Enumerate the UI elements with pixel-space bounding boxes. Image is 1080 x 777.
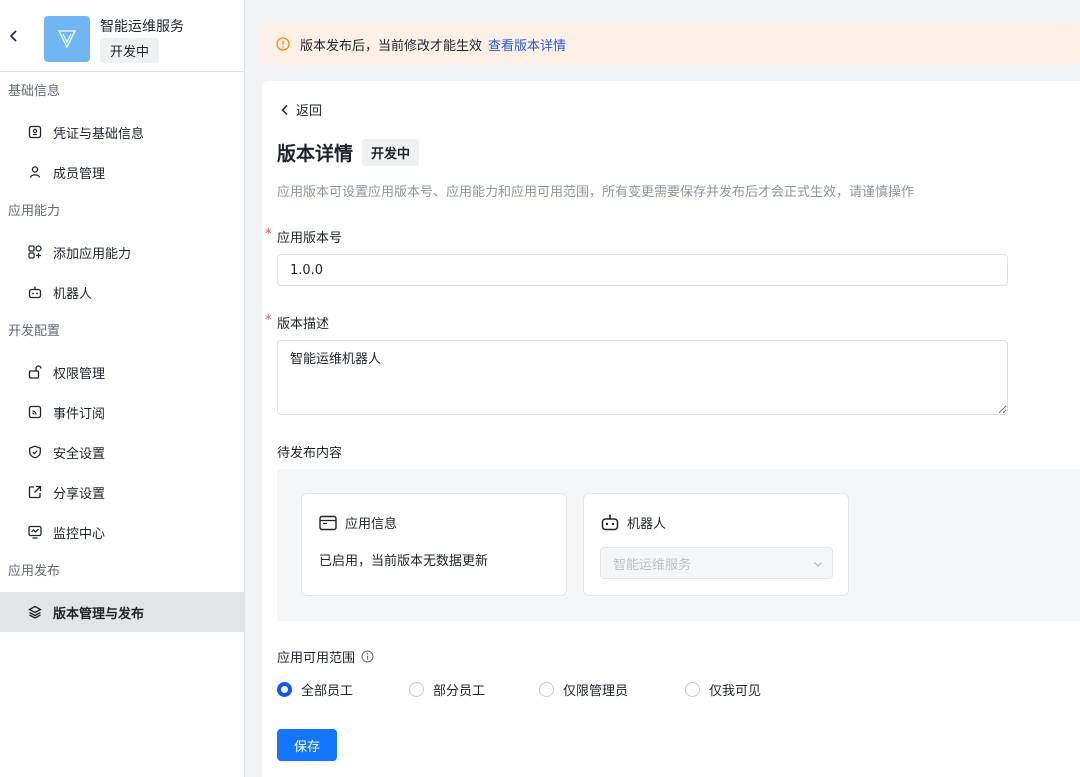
view-version-link[interactable]: 查看版本详情 — [488, 35, 566, 54]
robot-title: 机器人 — [601, 513, 666, 532]
sidebar: 智能运维服务 开发中 基础信息 凭证与基础信息 成员管理 应用能力 添加应用能力… — [0, 0, 245, 777]
chevron-down-icon — [814, 562, 822, 567]
radio-dot — [685, 682, 700, 697]
save-button[interactable]: 保存 — [277, 729, 337, 761]
app-status-badge: 开发中 — [100, 38, 160, 63]
robot-card: 机器人 智能运维服务 — [583, 493, 849, 596]
app-info-status: 已启用，当前版本无数据更新 — [319, 554, 489, 569]
chevron-left-icon[interactable] — [6, 26, 22, 46]
version-desc-label: * 版本描述 — [265, 313, 330, 332]
robot-icon — [28, 285, 42, 299]
info-icon[interactable] — [361, 650, 374, 663]
back-link[interactable]: 返回 — [280, 100, 322, 119]
shield-icon — [28, 445, 42, 459]
version-number-label: * 应用版本号 — [265, 227, 343, 246]
status-badge: 开发中 — [362, 139, 420, 166]
radio-label: 部分员工 — [433, 684, 486, 699]
layers-icon — [28, 605, 42, 619]
app-logo — [44, 16, 90, 62]
required-mark: * — [265, 313, 272, 328]
sidebar-item-label: 安全设置 — [53, 446, 106, 462]
radio-dot — [409, 682, 424, 697]
share-icon — [28, 485, 42, 499]
scope-radio-group: 全部员工 部分员工 仅限管理员 仅我可见 — [277, 680, 977, 700]
sidebar-item-version-release[interactable]: 版本管理与发布 — [0, 592, 244, 632]
radio-admins-only[interactable]: 仅限管理员 — [539, 680, 628, 699]
nav-group-basic: 基础信息 — [8, 84, 61, 99]
banner-text: 版本发布后，当前修改才能生效 — [300, 38, 483, 54]
sidebar-item-label: 版本管理与发布 — [53, 606, 145, 622]
app-logo-icon — [57, 30, 77, 49]
sidebar-item-add-capability[interactable]: 添加应用能力 — [0, 232, 244, 272]
back-label: 返回 — [296, 104, 323, 119]
sidebar-item-share[interactable]: 分享设置 — [0, 472, 244, 512]
sidebar-item-permissions[interactable]: 权限管理 — [0, 352, 244, 392]
radio-label: 全部员工 — [301, 684, 354, 699]
app-window-icon — [319, 515, 337, 530]
monitor-icon — [28, 525, 42, 539]
sidebar-item-robot[interactable]: 机器人 — [0, 272, 244, 312]
required-mark: * — [265, 227, 272, 242]
pending-content-label: 待发布内容 — [277, 446, 343, 461]
event-icon — [28, 405, 42, 419]
version-detail-card: 返回 版本详情 开发中 应用版本可设置应用版本号、应用能力和应用可用范围，所有变… — [262, 81, 1080, 777]
sidebar-item-security[interactable]: 安全设置 — [0, 432, 244, 472]
version-desc-label-text: 版本描述 — [277, 317, 330, 332]
permission-icon — [28, 365, 42, 379]
chevron-left-icon — [281, 104, 288, 115]
sidebar-item-monitor[interactable]: 监控中心 — [0, 512, 244, 552]
app-info-card: 应用信息 已启用，当前版本无数据更新 — [301, 493, 567, 596]
sidebar-item-label: 事件订阅 — [53, 406, 106, 422]
version-number-input[interactable] — [277, 254, 1008, 286]
page-title: 版本详情 — [277, 143, 354, 165]
notice-banner: 版本发布后，当前修改才能生效 查看版本详情 — [262, 23, 1080, 65]
nav-group-capability: 应用能力 — [8, 204, 61, 219]
sidebar-item-credentials[interactable]: 凭证与基础信息 — [0, 112, 244, 152]
radio-label: 仅我可见 — [709, 684, 762, 699]
radio-dot — [277, 682, 292, 697]
radio-only-me[interactable]: 仅我可见 — [685, 680, 761, 699]
member-icon — [28, 165, 42, 179]
pending-content-area: 应用信息 已启用，当前版本无数据更新 机器人 智能运维服务 — [277, 469, 1080, 621]
sidebar-item-label: 成员管理 — [53, 166, 106, 182]
warning-icon — [276, 37, 290, 51]
sidebar-item-label: 添加应用能力 — [53, 246, 132, 262]
robot-title-text: 机器人 — [627, 517, 667, 532]
version-desc-textarea[interactable]: 智能运维机器人 — [277, 340, 1008, 415]
radio-label: 仅限管理员 — [563, 684, 629, 699]
nav-group-release: 应用发布 — [8, 564, 61, 579]
version-number-label-text: 应用版本号 — [277, 231, 343, 246]
app-header: 智能运维服务 开发中 — [0, 0, 244, 72]
robot-icon — [601, 514, 619, 531]
scope-label-text: 应用可用范围 — [277, 651, 356, 666]
app-info-title: 应用信息 — [319, 513, 397, 532]
radio-dot — [539, 682, 554, 697]
app-name: 智能运维服务 — [100, 19, 184, 35]
sidebar-item-events[interactable]: 事件订阅 — [0, 392, 244, 432]
page-description: 应用版本可设置应用版本号、应用能力和应用可用范围，所有变更需要保存并发布后才会正… — [277, 185, 915, 200]
sidebar-item-label: 分享设置 — [53, 486, 106, 502]
sidebar-item-label: 凭证与基础信息 — [53, 126, 145, 142]
sidebar-item-label: 监控中心 — [53, 526, 106, 542]
scope-label: 应用可用范围 — [277, 647, 374, 666]
radio-all-employees[interactable]: 全部员工 — [277, 680, 353, 699]
sidebar-item-label: 权限管理 — [53, 366, 106, 382]
sidebar-item-members[interactable]: 成员管理 — [0, 152, 244, 192]
robot-select-value: 智能运维服务 — [613, 557, 692, 573]
radio-some-employees[interactable]: 部分员工 — [409, 680, 485, 699]
add-capability-icon — [28, 245, 42, 259]
robot-select[interactable]: 智能运维服务 — [600, 547, 833, 579]
credential-icon — [28, 125, 42, 139]
sidebar-item-label: 机器人 — [53, 286, 93, 302]
nav-group-dev: 开发配置 — [8, 324, 61, 339]
app-info-title-text: 应用信息 — [345, 517, 398, 532]
